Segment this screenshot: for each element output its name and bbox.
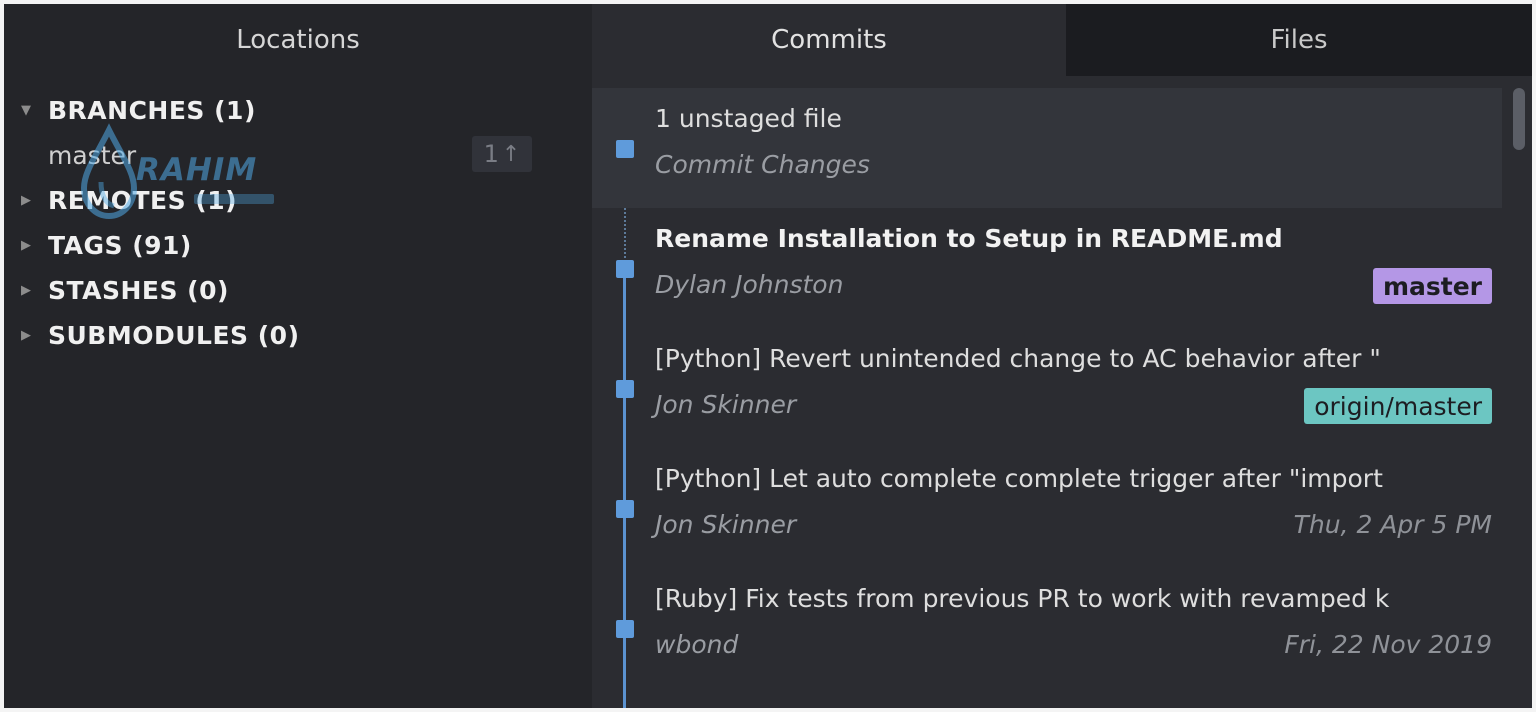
commit-changes-label: Commit Changes xyxy=(655,150,870,179)
branch-name: master xyxy=(48,141,137,170)
collapsed-triangle-icon[interactable]: ▶ xyxy=(18,283,34,299)
commit-list: 1 unstaged file Commit Changes Rename In… xyxy=(592,76,1532,708)
unstaged-title: 1 unstaged file xyxy=(655,104,842,133)
locations-panel: Locations ▼ BRANCHES (1) master 1 ↑ ▶ RE… xyxy=(4,4,592,708)
section-remotes[interactable]: ▶ REMOTES (1) xyxy=(4,178,592,223)
commit-author: Dylan Johnston xyxy=(655,270,844,299)
commit-row[interactable]: [Python] Revert unintended change to AC … xyxy=(592,328,1502,448)
arrow-up-icon: ↑ xyxy=(501,141,521,167)
locations-tree: ▼ BRANCHES (1) master 1 ↑ ▶ REMOTES (1) … xyxy=(4,88,592,358)
commit-title: [Python] Let auto complete complete trig… xyxy=(655,464,1383,493)
branch-badge-master[interactable]: master xyxy=(1372,268,1492,304)
ahead-count: 1 xyxy=(483,140,499,168)
graph-node xyxy=(616,500,634,518)
commit-row[interactable]: [Ruby] Fix tests from previous PR to wor… xyxy=(592,568,1502,688)
sublime-merge-window: Locations ▼ BRANCHES (1) master 1 ↑ ▶ RE… xyxy=(4,4,1532,708)
commit-author: Jon Skinner xyxy=(655,390,797,419)
graph-node xyxy=(616,140,634,158)
unstaged-changes-row[interactable]: 1 unstaged file Commit Changes xyxy=(592,88,1502,208)
tab-files-label: Files xyxy=(1270,25,1328,55)
section-tags[interactable]: ▶ TAGS (91) xyxy=(4,223,592,268)
collapsed-triangle-icon[interactable]: ▶ xyxy=(18,238,34,254)
commit-title: [Python] Revert unintended change to AC … xyxy=(655,344,1381,373)
section-tags-label: TAGS (91) xyxy=(48,231,192,260)
graph-node xyxy=(616,260,634,278)
tab-commits-label: Commits xyxy=(771,25,887,55)
scrollbar-thumb[interactable] xyxy=(1513,88,1525,150)
commit-author: wbond xyxy=(655,630,739,659)
section-submodules[interactable]: ▶ SUBMODULES (0) xyxy=(4,313,592,358)
section-stashes[interactable]: ▶ STASHES (0) xyxy=(4,268,592,313)
commit-list-scrollbar[interactable] xyxy=(1504,88,1532,708)
commit-author: Jon Skinner xyxy=(655,510,797,539)
ahead-count-badge: 1 ↑ xyxy=(472,136,532,172)
tab-locations[interactable]: Locations xyxy=(4,4,592,76)
collapsed-triangle-icon[interactable]: ▶ xyxy=(18,193,34,209)
graph-node xyxy=(616,380,634,398)
tab-files[interactable]: Files xyxy=(1066,4,1532,76)
commit-date: Fri, 22 Nov 2019 xyxy=(1284,630,1492,659)
tab-locations-label: Locations xyxy=(236,25,360,55)
section-stashes-label: STASHES (0) xyxy=(48,276,229,305)
section-branches[interactable]: ▼ BRANCHES (1) xyxy=(4,88,592,133)
commit-row[interactable]: Rename Installation to Setup in README.m… xyxy=(592,208,1502,328)
commit-date: Thu, 2 Apr 5 PM xyxy=(1293,510,1492,539)
branch-item-master[interactable]: master 1 ↑ xyxy=(4,133,592,178)
section-remotes-label: REMOTES (1) xyxy=(48,186,238,215)
section-submodules-label: SUBMODULES (0) xyxy=(48,321,300,350)
commit-title: [Ruby] Fix tests from previous PR to wor… xyxy=(655,584,1390,613)
section-branches-label: BRANCHES (1) xyxy=(48,96,256,125)
tab-commits[interactable]: Commits xyxy=(592,4,1066,76)
branch-badge-origin-master[interactable]: origin/master xyxy=(1304,388,1492,424)
commit-row[interactable]: [Python] Let auto complete complete trig… xyxy=(592,448,1502,568)
expanded-triangle-icon[interactable]: ▼ xyxy=(18,103,34,119)
commit-title: Rename Installation to Setup in README.m… xyxy=(655,224,1283,253)
graph-node xyxy=(616,620,634,638)
collapsed-triangle-icon[interactable]: ▶ xyxy=(18,328,34,344)
